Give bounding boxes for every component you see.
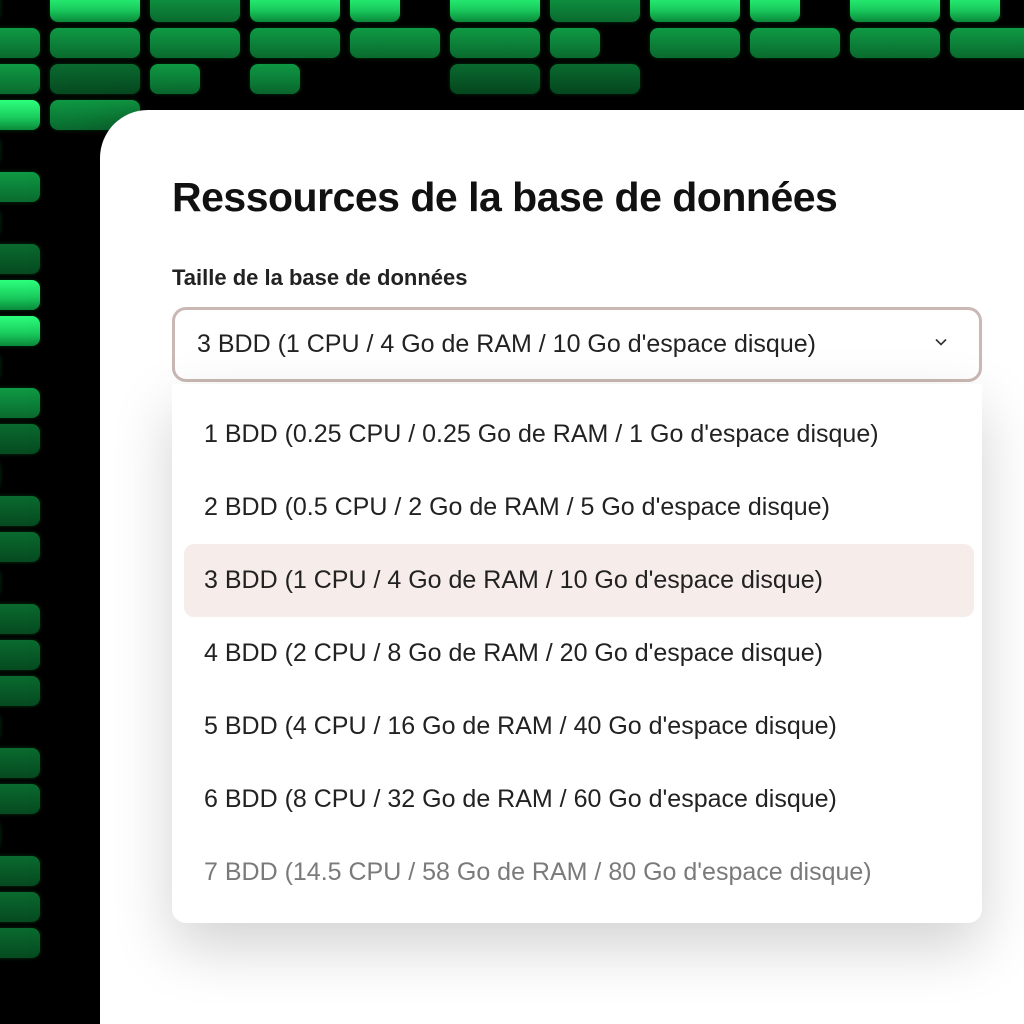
db-size-option[interactable]: 3 BDD (1 CPU / 4 Go de RAM / 10 Go d'esp… <box>184 544 974 617</box>
field-label-db-size: Taille de la base de données <box>172 265 1024 291</box>
db-size-option[interactable]: 1 BDD (0.25 CPU / 0.25 Go de RAM / 1 Go … <box>184 398 974 471</box>
db-size-option[interactable]: 6 BDD (8 CPU / 32 Go de RAM / 60 Go d'es… <box>184 763 974 836</box>
db-size-selected-value: 3 BDD (1 CPU / 4 Go de RAM / 10 Go d'esp… <box>197 328 816 361</box>
database-resources-card: Ressources de la base de données Taille … <box>100 110 1024 1024</box>
db-size-dropdown: 1 BDD (0.25 CPU / 0.25 Go de RAM / 1 Go … <box>172 384 982 923</box>
db-size-select-trigger[interactable]: 3 BDD (1 CPU / 4 Go de RAM / 10 Go d'esp… <box>172 307 982 382</box>
page-title: Ressources de la base de données <box>172 174 1024 221</box>
db-size-option[interactable]: 5 BDD (4 CPU / 16 Go de RAM / 40 Go d'es… <box>184 690 974 763</box>
db-size-option[interactable]: 2 BDD (0.5 CPU / 2 Go de RAM / 5 Go d'es… <box>184 471 974 544</box>
db-size-option[interactable]: 7 BDD (14.5 CPU / 58 Go de RAM / 80 Go d… <box>184 836 974 909</box>
chevron-down-icon <box>931 332 951 357</box>
db-size-select[interactable]: 3 BDD (1 CPU / 4 Go de RAM / 10 Go d'esp… <box>172 307 982 923</box>
db-size-option[interactable]: 4 BDD (2 CPU / 8 Go de RAM / 20 Go d'esp… <box>184 617 974 690</box>
